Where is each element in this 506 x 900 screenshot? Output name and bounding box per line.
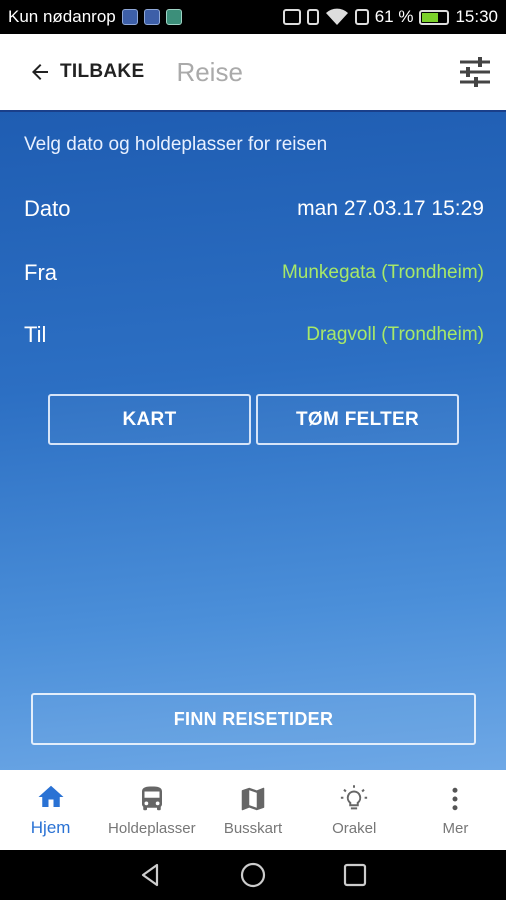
usb-notification-icon: [143, 9, 160, 25]
vibrate-icon: [306, 9, 319, 25]
nav-label-busmap: Busskart: [223, 819, 283, 837]
app-bar: TILBAKE Reise: [0, 34, 506, 112]
sim-icon: [354, 9, 369, 25]
battery-icon: [419, 9, 450, 25]
notification-icon: [121, 9, 138, 25]
to-row[interactable]: Til Dragvoll (Trondheim): [24, 322, 484, 348]
filter-settings-icon[interactable]: [458, 55, 492, 89]
status-bar: Kun nødanrop 61 % 15:30: [0, 0, 506, 34]
recents-square-icon[interactable]: [341, 861, 369, 889]
image-notification-icon: [165, 9, 182, 25]
nav-item-more[interactable]: Mer: [405, 770, 506, 850]
find-travel-times-button[interactable]: FINN REISETIDER: [31, 693, 476, 745]
date-label: Dato: [24, 196, 71, 221]
clock: 15:30: [455, 7, 498, 26]
nav-label-more: Mer: [442, 819, 469, 837]
page-title: Reise: [176, 56, 243, 87]
trip-form: Velg dato og holdeplasser for reisen Dat…: [0, 112, 506, 770]
nav-item-oracle[interactable]: Orakel: [304, 770, 405, 850]
date-value[interactable]: man 27.03.17 15:29: [297, 197, 484, 221]
battery-percent: 61 %: [374, 7, 414, 26]
arrow-left-icon: [32, 64, 48, 80]
status-left: Kun nødanrop: [8, 7, 182, 27]
instruction-text: Velg dato og holdeplasser for reisen: [24, 134, 328, 155]
nav-label-oracle: Orakel: [332, 819, 377, 837]
map-button[interactable]: KART: [48, 394, 251, 445]
bottom-navigation: Hjem Holdeplasser Busskart Orakel Mer: [0, 770, 506, 850]
system-navigation-bar: [0, 850, 506, 900]
from-label: Fra: [24, 260, 57, 285]
back-triangle-icon[interactable]: [137, 861, 165, 889]
home-icon: [38, 785, 64, 807]
more-vert-icon: [452, 787, 458, 810]
to-value[interactable]: Dragvoll (Trondheim): [306, 324, 484, 346]
from-value[interactable]: Munkegata (Trondheim): [282, 262, 484, 284]
wifi-icon: [325, 8, 348, 25]
back-button[interactable]: TILBAKE: [28, 60, 144, 84]
lightbulb-icon: [341, 784, 368, 809]
back-label: TILBAKE: [60, 61, 145, 82]
nav-item-stops[interactable]: Holdeplasser: [101, 770, 202, 850]
nav-item-home[interactable]: Hjem: [0, 770, 101, 850]
bus-icon: [141, 786, 162, 810]
nav-label-home: Hjem: [30, 818, 71, 837]
map-icon: [241, 787, 265, 810]
nav-item-busmap[interactable]: Busskart: [202, 770, 303, 850]
status-right: 61 % 15:30: [282, 7, 498, 27]
home-circle-icon[interactable]: [239, 861, 267, 889]
from-row[interactable]: Fra Munkegata (Trondheim): [24, 260, 484, 286]
clear-fields-button[interactable]: TØM FELTER: [256, 394, 459, 445]
nav-label-stops: Holdeplasser: [108, 819, 196, 837]
to-label: Til: [24, 322, 47, 347]
carrier-text: Kun nødanrop: [8, 7, 116, 26]
date-row[interactable]: Dato man 27.03.17 15:29: [24, 196, 484, 222]
nfc-icon: [282, 9, 301, 25]
